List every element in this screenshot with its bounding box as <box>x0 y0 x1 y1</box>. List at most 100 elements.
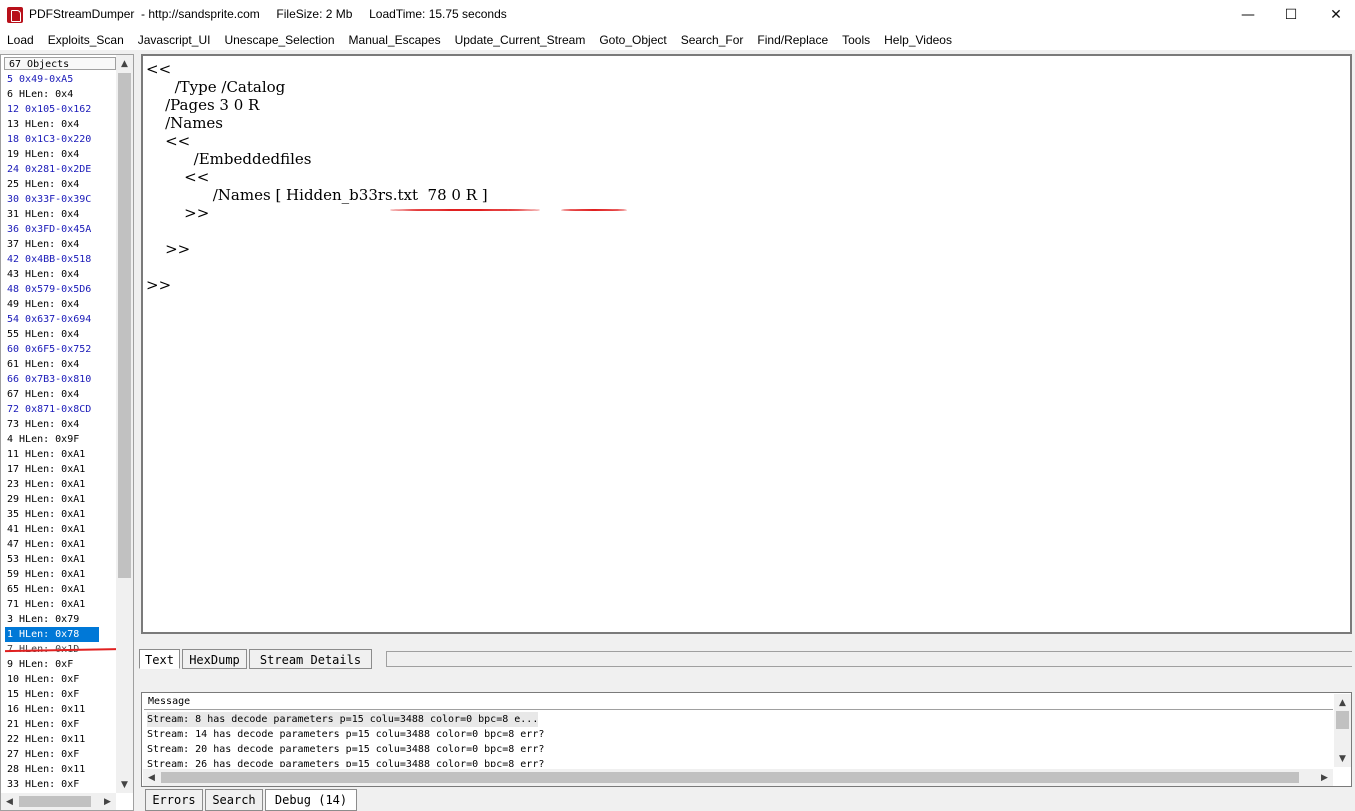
object-list-item[interactable]: 35 HLen: 0xA1 <box>5 507 117 522</box>
menu-exploits-scan[interactable]: Exploits_Scan <box>41 30 131 50</box>
object-list-item[interactable]: 33 HLen: 0xF <box>5 777 117 792</box>
menu-find-replace[interactable]: Find/Replace <box>750 30 835 50</box>
object-list-item[interactable]: 48 0x579-0x5D6 <box>5 282 117 297</box>
stream-text-view[interactable]: << /Type /Catalog /Pages 3 0 R /Names <<… <box>141 54 1352 634</box>
scroll-down-icon[interactable]: ▼ <box>1334 750 1351 767</box>
scroll-right-icon[interactable]: ▶ <box>99 793 116 810</box>
object-list-item[interactable]: 23 HLen: 0xA1 <box>5 477 117 492</box>
message-vscroll[interactable]: ▲ ▼ <box>1334 694 1351 767</box>
tab-errors[interactable]: Errors <box>145 789 203 811</box>
scroll-thumb[interactable] <box>1336 711 1349 729</box>
menu-load[interactable]: Load <box>0 30 41 50</box>
object-list-item[interactable]: 17 HLen: 0xA1 <box>5 462 117 477</box>
scroll-down-icon[interactable]: ▼ <box>116 776 133 793</box>
object-list-item[interactable]: 43 HLen: 0x4 <box>5 267 117 282</box>
message-hscroll[interactable]: ◀ ▶ <box>143 769 1333 786</box>
menu-unescape-selection[interactable]: Unescape_Selection <box>217 30 341 50</box>
code-line: /Type /Catalog <box>146 78 286 96</box>
object-list-item[interactable]: 19 HLen: 0x4 <box>5 147 117 162</box>
object-list-item[interactable]: 27 HLen: 0xF <box>5 747 117 762</box>
tab-stream-details[interactable]: Stream Details <box>249 649 372 669</box>
message-line[interactable]: Stream: 26 has decode parameters p=15 co… <box>147 757 544 767</box>
message-column-header[interactable]: Message <box>144 695 1333 710</box>
object-list-item[interactable]: 37 HLen: 0x4 <box>5 237 117 252</box>
menu-bar: Load Exploits_Scan Javascript_UI Unescap… <box>0 30 1355 50</box>
scroll-left-icon[interactable]: ◀ <box>143 769 160 786</box>
code-line: << <box>146 60 172 78</box>
tab-text[interactable]: Text <box>139 649 180 669</box>
menu-tools[interactable]: Tools <box>835 30 877 50</box>
pdf-app-icon <box>7 7 23 23</box>
object-list-item[interactable]: 65 HLen: 0xA1 <box>5 582 117 597</box>
object-list-item[interactable]: 59 HLen: 0xA1 <box>5 567 117 582</box>
object-list-item[interactable]: 73 HLen: 0x4 <box>5 417 117 432</box>
object-list-item[interactable]: 12 0x105-0x162 <box>5 102 117 117</box>
object-list-hscroll[interactable]: ◀ ▶ <box>1 793 116 810</box>
object-list-item[interactable]: 24 0x281-0x2DE <box>5 162 117 177</box>
object-list-item[interactable]: 66 0x7B3-0x810 <box>5 372 117 387</box>
object-list-item[interactable]: 53 HLen: 0xA1 <box>5 552 117 567</box>
object-list-item[interactable]: 30 0x33F-0x39C <box>5 192 117 207</box>
tab-debug[interactable]: Debug (14) <box>265 789 357 811</box>
close-button[interactable]: ✕ <box>1313 0 1355 30</box>
red-annotation-underline <box>561 209 627 211</box>
object-list-panel: 67 Objects 5 0x49-0xA5 6 HLen: 0x4 12 0x10… <box>0 54 134 811</box>
object-list-item[interactable]: 55 HLen: 0x4 <box>5 327 117 342</box>
scroll-thumb[interactable] <box>118 73 131 578</box>
object-list-item[interactable]: 22 HLen: 0x11 <box>5 732 117 747</box>
message-panel: Message Stream: 8 has decode parameters … <box>141 692 1352 787</box>
maximize-button[interactable]: ☐ <box>1268 0 1314 30</box>
menu-javascript-ui[interactable]: Javascript_UI <box>131 30 218 50</box>
object-list-item[interactable]: 47 HLen: 0xA1 <box>5 537 117 552</box>
object-list-item[interactable]: 29 HLen: 0xA1 <box>5 492 117 507</box>
object-list-item[interactable]: 9 HLen: 0xF <box>5 657 117 672</box>
object-list-item[interactable]: 60 0x6F5-0x752 <box>5 342 117 357</box>
object-list-item[interactable]: 4 HLen: 0x9F <box>5 432 117 447</box>
object-list-item[interactable]: 5 0x49-0xA5 <box>5 72 117 87</box>
tab-search[interactable]: Search <box>205 789 263 811</box>
object-list-item[interactable]: 7 HLen: 0x1D <box>5 642 117 657</box>
code-line: /Embeddedfiles <box>146 150 312 168</box>
object-list-item[interactable]: 61 HLen: 0x4 <box>5 357 117 372</box>
object-list-item[interactable]: 28 HLen: 0x11 <box>5 762 117 777</box>
message-line[interactable]: Stream: 8 has decode parameters p=15 col… <box>147 712 539 727</box>
minimize-button[interactable]: — <box>1225 0 1271 30</box>
object-list-item[interactable]: 25 HLen: 0x4 <box>5 177 117 192</box>
object-list-item[interactable]: 42 0x4BB-0x518 <box>5 252 117 267</box>
object-list-item[interactable]: 67 HLen: 0x4 <box>5 387 117 402</box>
object-list-item[interactable]: 11 HLen: 0xA1 <box>5 447 117 462</box>
menu-manual-escapes[interactable]: Manual_Escapes <box>342 30 448 50</box>
menu-update-current-stream[interactable]: Update_Current_Stream <box>448 30 593 50</box>
message-line[interactable]: Stream: 20 has decode parameters p=15 co… <box>147 742 544 757</box>
object-list-item[interactable]: 36 0x3FD-0x45A <box>5 222 117 237</box>
object-list-item[interactable]: 41 HLen: 0xA1 <box>5 522 117 537</box>
scroll-up-icon[interactable]: ▲ <box>1334 694 1351 711</box>
scroll-left-icon[interactable]: ◀ <box>1 793 18 810</box>
object-list-item[interactable]: 54 0x637-0x694 <box>5 312 117 327</box>
object-list-item[interactable]: 10 HLen: 0xF <box>5 672 117 687</box>
hscroll-thumb[interactable] <box>19 796 91 807</box>
tab-hexdump[interactable]: HexDump <box>182 649 247 669</box>
object-list-item[interactable]: 71 HLen: 0xA1 <box>5 597 117 612</box>
scroll-up-icon[interactable]: ▲ <box>116 55 133 72</box>
object-list-item[interactable]: 1 HLen: 0x78 <box>5 627 99 642</box>
menu-goto-object[interactable]: Goto_Object <box>592 30 673 50</box>
object-list-item[interactable]: 15 HLen: 0xF <box>5 687 117 702</box>
object-list-vscroll[interactable]: ▲ ▼ <box>116 55 133 793</box>
message-line[interactable]: Stream: 14 has decode parameters p=15 co… <box>147 727 544 742</box>
object-list-item[interactable]: 13 HLen: 0x4 <box>5 117 117 132</box>
menu-help-videos[interactable]: Help_Videos <box>877 30 959 50</box>
object-list-item[interactable]: 21 HLen: 0xF <box>5 717 117 732</box>
object-list-item[interactable]: 18 0x1C3-0x220 <box>5 132 117 147</box>
object-list-item[interactable]: 72 0x871-0x8CD <box>5 402 117 417</box>
object-list-item[interactable]: 16 HLen: 0x11 <box>5 702 117 717</box>
hscroll-thumb[interactable] <box>161 772 1299 783</box>
object-list-item[interactable]: 3 HLen: 0x79 <box>5 612 117 627</box>
object-list-item[interactable]: 31 HLen: 0x4 <box>5 207 117 222</box>
object-list-item[interactable]: 6 HLen: 0x4 <box>5 87 117 102</box>
menu-search-for[interactable]: Search_For <box>674 30 751 50</box>
scroll-right-icon[interactable]: ▶ <box>1316 769 1333 786</box>
object-list-item[interactable]: 49 HLen: 0x4 <box>5 297 117 312</box>
object-count-header[interactable]: 67 Objects <box>4 57 116 70</box>
code-line: /Names [ Hidden_b33rs.txt 78 0 R ] <box>146 186 488 204</box>
